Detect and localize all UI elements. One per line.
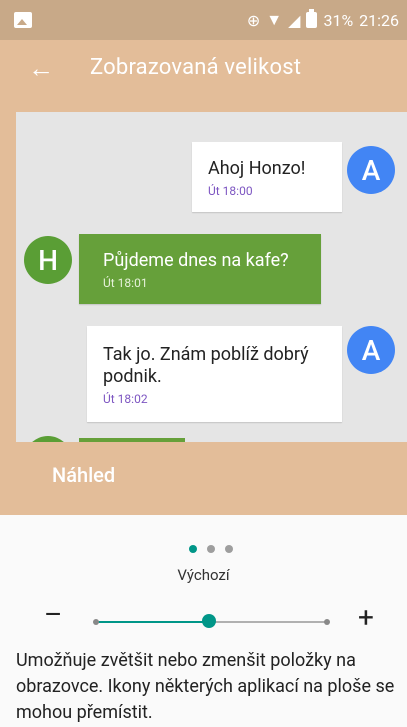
back-arrow-icon[interactable]: ← <box>28 56 54 82</box>
size-slider-thumb[interactable] <box>202 614 216 628</box>
slider-tick-max <box>324 619 330 625</box>
battery-icon <box>306 9 318 28</box>
wifi-icon: ▼ <box>266 10 283 29</box>
avatar: H <box>24 236 72 284</box>
message-time: Út 18:01 <box>103 276 148 290</box>
message-time: Út 18:00 <box>208 184 253 198</box>
size-description: Umožňuje zvětšit nebo zmenšit položky na… <box>16 650 395 723</box>
increase-size-button[interactable]: + <box>358 604 374 632</box>
avatar: A <box>347 146 395 194</box>
current-size-label: Výchozí <box>177 566 230 584</box>
message-text: Ahoj Honzo! <box>208 158 306 179</box>
page-dot <box>225 545 233 553</box>
signal-icon: ◢ <box>288 10 301 30</box>
page-title: Zobrazovaná velikost <box>90 55 302 80</box>
avatar-letter: H <box>38 243 58 277</box>
page-dot-active <box>189 545 197 553</box>
decrease-size-button[interactable]: – <box>44 601 62 629</box>
clock: 21:26 <box>359 10 399 30</box>
data-saver-icon: ⊕ <box>246 10 261 30</box>
avatar: A <box>347 326 395 374</box>
status-icons: ⊕ ▼ ◢ 31% 21:26 <box>247 0 399 40</box>
avatar-letter: A <box>361 333 381 367</box>
preview-frame: Ahoj Honzo! Út 18:00 A H Půjdeme dnes na… <box>0 100 407 515</box>
status-bar: ⊕ ▼ ◢ 31% 21:26 <box>0 0 407 40</box>
app-bar: ← Zobrazovaná velikost <box>0 40 407 100</box>
battery-percent: 31% <box>323 10 354 30</box>
message-bubble: Půjdeme dnes na kafe? Út 18:01 <box>79 234 321 304</box>
page-dot <box>207 545 215 553</box>
preview-label-bar: Náhled <box>0 442 407 515</box>
message-bubble: Ahoj Honzo! Út 18:00 <box>192 142 342 212</box>
avatar-letter: A <box>361 153 381 187</box>
gallery-notification-icon <box>14 12 32 28</box>
message-text: Tak jo. Znám poblíž dobrý podnik. <box>103 344 309 387</box>
size-controls: Výchozí – + Umožňuje zvětšit nebo zmenši… <box>0 515 407 727</box>
message-text: Půjdeme dnes na kafe? <box>103 250 289 271</box>
page-indicator <box>189 545 233 553</box>
size-slider-fill <box>96 621 208 623</box>
slider-tick-min <box>93 619 99 625</box>
preview-conversation: Ahoj Honzo! Út 18:00 A H Půjdeme dnes na… <box>16 112 407 442</box>
message-time: Út 18:02 <box>103 392 148 406</box>
preview-label: Náhled <box>52 463 116 487</box>
message-bubble: Tak jo. Znám poblíž dobrý podnik. Út 18:… <box>87 326 342 422</box>
